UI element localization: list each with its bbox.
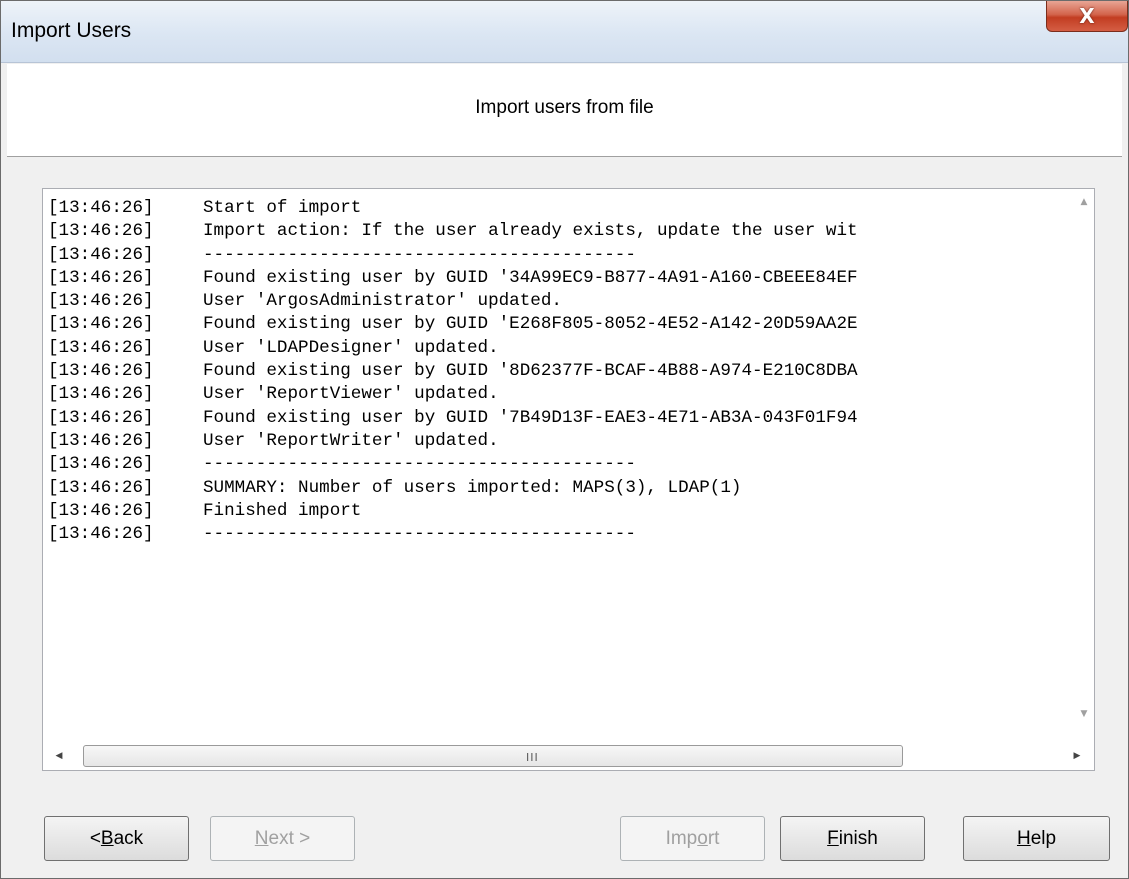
- log-timestamp: [13:46:26]: [48, 477, 154, 498]
- log-line: [13:46:26] Found existing user by GUID '3…: [48, 267, 1075, 290]
- scroll-up-icon[interactable]: ▲: [1074, 192, 1094, 212]
- next-button[interactable]: Next >: [210, 816, 355, 861]
- log-line: [13:46:26] ------------------------------…: [48, 453, 1075, 476]
- log-timestamp: [13:46:26]: [48, 198, 154, 218]
- log-line: [13:46:26] User 'LDAPDesigner' updated.: [48, 337, 1075, 360]
- back-button[interactable]: < Back: [44, 816, 189, 861]
- horizontal-scrollbar[interactable]: ◀ III ▶: [43, 742, 1094, 770]
- log-message: ----------------------------------------…: [203, 244, 636, 265]
- log-line: [13:46:26] ------------------------------…: [48, 244, 1075, 267]
- log-message: Start of import: [203, 198, 362, 218]
- page-title: Import users from file: [475, 97, 654, 118]
- log-message: Import action: If the user already exist…: [203, 221, 858, 242]
- log-timestamp: [13:46:26]: [48, 407, 154, 428]
- log-message: Found existing user by GUID '8D62377F-BC…: [203, 361, 858, 382]
- log-line: [13:46:26] Import action: If the user alr…: [48, 220, 1075, 243]
- log-message: User 'ReportViewer' updated.: [203, 384, 499, 405]
- log-timestamp: [13:46:26]: [48, 221, 154, 242]
- scroll-down-icon[interactable]: ▼: [1074, 704, 1094, 724]
- log-message: User 'ReportWriter' updated.: [203, 430, 499, 451]
- horizontal-scroll-thumb[interactable]: III: [83, 745, 903, 767]
- log-message: Found existing user by GUID '34A99EC9-B8…: [203, 267, 858, 288]
- log-timestamp: [13:46:26]: [48, 291, 154, 312]
- log-timestamp: [13:46:26]: [48, 361, 154, 382]
- log-timestamp: [13:46:26]: [48, 524, 154, 545]
- scroll-left-icon[interactable]: ◀: [49, 746, 69, 766]
- log-message: Finished import: [203, 500, 362, 521]
- log-message: ----------------------------------------…: [203, 524, 636, 545]
- help-button[interactable]: Help: [963, 816, 1110, 861]
- import-log[interactable]: [13:46:26] Start of import [13:46:26] Impor…: [42, 188, 1095, 771]
- log-line: [13:46:26] Found existing user by GUID '8…: [48, 360, 1075, 383]
- log-line: [13:46:26] Start of import: [48, 197, 1075, 220]
- log-timestamp: [13:46:26]: [48, 314, 154, 335]
- grip-icon: III: [526, 751, 539, 764]
- log-timestamp: [13:46:26]: [48, 384, 154, 405]
- window-title: Import Users: [11, 19, 132, 42]
- title-bar[interactable]: Import Users X: [1, 1, 1128, 63]
- log-message: Found existing user by GUID 'E268F805-80…: [203, 314, 858, 335]
- log-timestamp: [13:46:26]: [48, 500, 154, 521]
- log-timestamp: [13:46:26]: [48, 454, 154, 475]
- import-button[interactable]: Imp o rt: [620, 816, 765, 861]
- log-message: Found existing user by GUID '7B49D13F-EA…: [203, 407, 858, 428]
- log-line: [13:46:26] SUMMARY: Number of users impor…: [48, 477, 1075, 500]
- log-timestamp: [13:46:26]: [48, 267, 154, 288]
- log-lines: [13:46:26] Start of import [13:46:26] Impor…: [48, 197, 1075, 742]
- log-message: User 'ArgosAdministrator' updated.: [203, 291, 562, 312]
- log-message: SUMMARY: Number of users imported: MAPS(…: [203, 477, 742, 498]
- log-line: [13:46:26] User 'ReportViewer' updated.: [48, 383, 1075, 406]
- finish-button[interactable]: Finish: [780, 816, 925, 861]
- log-line: [13:46:26] Found existing user by GUID 'E…: [48, 313, 1075, 336]
- vertical-scrollbar[interactable]: ▲ ▼: [1074, 189, 1094, 742]
- log-line: [13:46:26] Found existing user by GUID '7…: [48, 407, 1075, 430]
- close-button[interactable]: X: [1046, 1, 1128, 32]
- log-timestamp: [13:46:26]: [48, 430, 154, 451]
- log-timestamp: [13:46:26]: [48, 244, 154, 265]
- close-icon: X: [1079, 4, 1095, 28]
- log-line: [13:46:26] ------------------------------…: [48, 523, 1075, 546]
- log-line: [13:46:26] User 'ReportWriter' updated.: [48, 430, 1075, 453]
- log-message: User 'LDAPDesigner' updated.: [203, 337, 499, 358]
- log-line: [13:46:26] Finished import: [48, 500, 1075, 523]
- scroll-right-icon[interactable]: ▶: [1067, 746, 1087, 766]
- log-line: [13:46:26] User 'ArgosAdministrator' upda…: [48, 290, 1075, 313]
- log-timestamp: [13:46:26]: [48, 337, 154, 358]
- wizard-header: Import users from file: [7, 64, 1122, 157]
- import-users-dialog: Import Users X Import users from file [1…: [0, 0, 1129, 879]
- log-message: ----------------------------------------…: [203, 454, 636, 475]
